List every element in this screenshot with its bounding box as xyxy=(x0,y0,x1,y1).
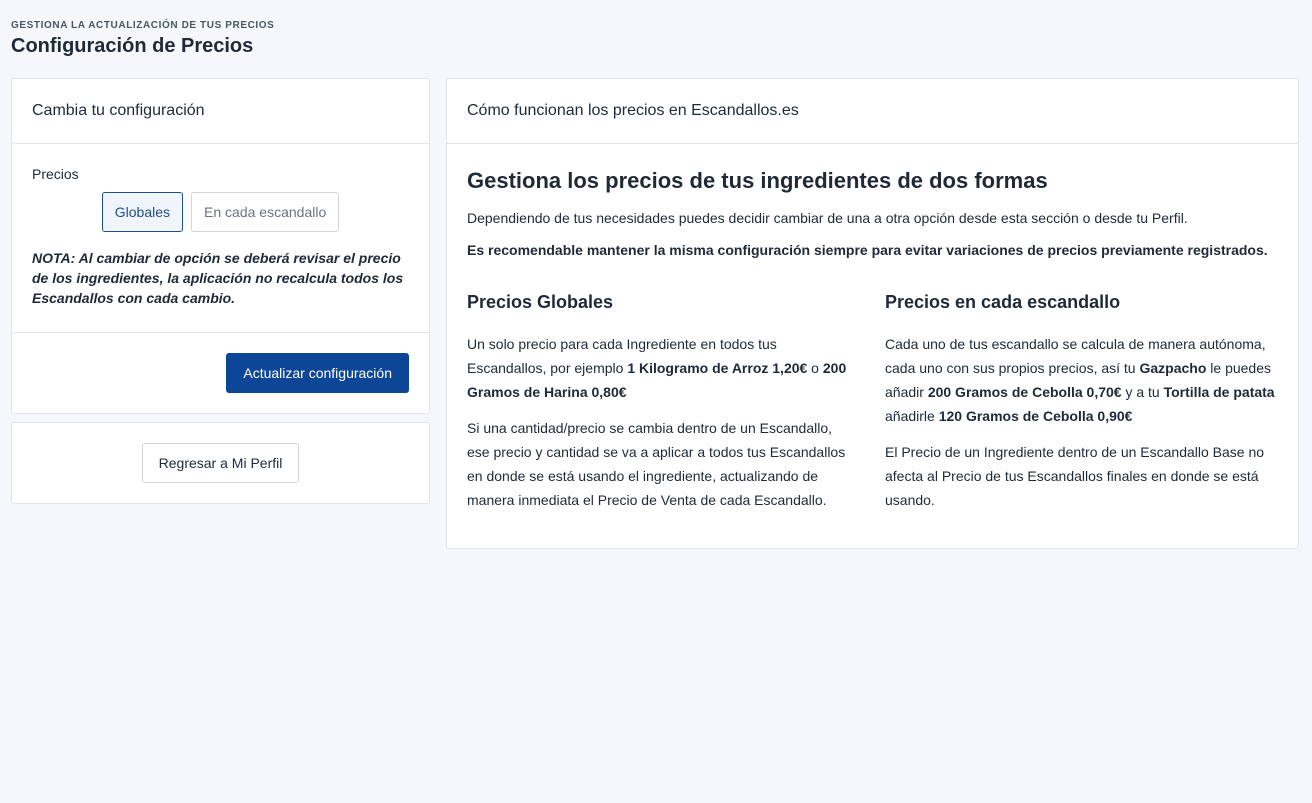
page-title: Configuración de Precios xyxy=(11,35,254,57)
global-paragraph-2: Si una cantidad/precio se cambia dentro … xyxy=(467,420,846,508)
config-card: Cambia tu configuración Precios Globales… xyxy=(11,78,430,414)
per-recipe-column: Precios en cada escandallo Cada uno de t… xyxy=(885,290,1275,512)
option-per-recipe-button[interactable]: En cada escandallo xyxy=(191,192,340,232)
example-tortilla: Tortilla de patata xyxy=(1163,384,1275,400)
option-global-button[interactable]: Globales xyxy=(101,192,184,232)
text: añadirle xyxy=(885,408,939,424)
global-title: Precios Globales xyxy=(467,292,614,312)
example-gazpacho: Gazpacho xyxy=(1139,360,1207,376)
per-recipe-paragraph-1: Cada uno de tus escandallo se calcula de… xyxy=(885,332,1275,428)
back-card: Regresar a Mi Perfil xyxy=(11,422,430,504)
example-rice: 1 Kilogramo de Arroz 1,20€ xyxy=(627,360,808,376)
info-intro: Dependiendo de tus necesidades puedes de… xyxy=(467,210,1188,226)
prices-label: Precios xyxy=(32,166,79,182)
text: o xyxy=(807,360,823,376)
config-card-title: Cambia tu configuración xyxy=(12,79,429,144)
back-to-profile-button[interactable]: Regresar a Mi Perfil xyxy=(141,443,300,483)
config-note: NOTA: Al cambiar de opción se deberá rev… xyxy=(32,250,404,306)
per-recipe-paragraph-2: El Precio de un Ingrediente dentro de un… xyxy=(885,444,1265,508)
info-card: Cómo funcionan los precios en Escandallo… xyxy=(446,78,1299,549)
info-columns: Precios Globales Un solo precio para cad… xyxy=(467,290,1278,512)
config-card-body: Precios Globales En cada escandallo NOTA… xyxy=(12,144,429,333)
page-pretitle: GESTIONA LA ACTUALIZACIÓN DE TUS PRECIOS xyxy=(11,20,275,31)
config-card-footer: Actualizar configuración xyxy=(12,333,429,413)
update-config-button[interactable]: Actualizar configuración xyxy=(226,353,409,393)
info-card-header: Cómo funcionan los precios en Escandallo… xyxy=(447,79,1298,144)
info-card-body: Gestiona los precios de tus ingredientes… xyxy=(447,144,1298,512)
info-recommendation: Es recomendable mantener la misma config… xyxy=(467,242,1268,258)
text: y a tu xyxy=(1121,384,1164,400)
example-onion-1: 200 Gramos de Cebolla 0,70€ xyxy=(927,384,1122,400)
page-header: GESTIONA LA ACTUALIZACIÓN DE TUS PRECIOS… xyxy=(11,20,274,58)
info-title: Gestiona los precios de tus ingredientes… xyxy=(467,168,1048,193)
global-column: Precios Globales Un solo precio para cad… xyxy=(467,290,857,512)
example-onion-2: 120 Gramos de Cebolla 0,90€ xyxy=(938,408,1133,424)
global-paragraph-1: Un solo precio para cada Ingrediente en … xyxy=(467,332,857,404)
per-recipe-title: Precios en cada escandallo xyxy=(885,292,1121,312)
price-mode-toggle: Globales En cada escandallo xyxy=(32,192,409,232)
